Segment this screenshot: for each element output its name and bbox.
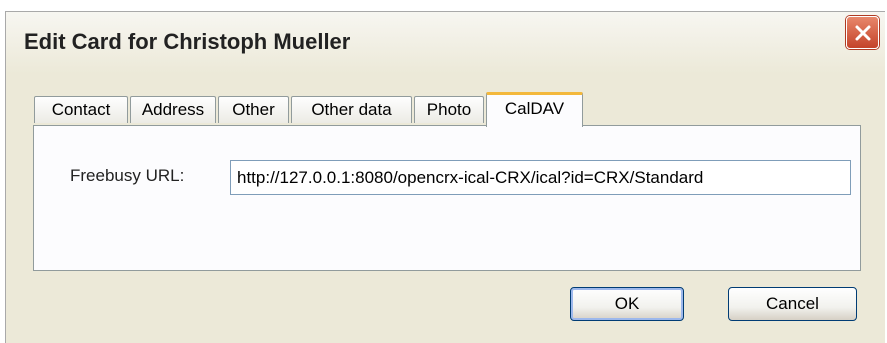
title-bar[interactable]: Edit Card for Christoph Mueller <box>6 12 885 74</box>
edit-card-dialog: Edit Card for Christoph Mueller Contact … <box>5 11 885 343</box>
tab-address[interactable]: Address <box>130 96 216 123</box>
ok-button[interactable]: OK <box>570 287 684 321</box>
freebusy-url-label: Freebusy URL: <box>70 166 185 185</box>
tab-photo[interactable]: Photo <box>414 96 484 123</box>
tab-other[interactable]: Other <box>218 96 289 123</box>
freebusy-url-input[interactable]: http://127.0.0.1:8080/opencrx-ical-CRX/i… <box>230 160 851 195</box>
tab-contact[interactable]: Contact <box>34 96 128 123</box>
cancel-button[interactable]: Cancel <box>728 287 857 321</box>
close-button[interactable] <box>846 16 879 49</box>
tab-other-data[interactable]: Other data <box>291 96 412 123</box>
close-x-icon <box>855 25 871 41</box>
tab-caldav[interactable]: CalDAV <box>486 92 583 127</box>
dialog-title: Edit Card for Christoph Mueller <box>24 29 351 54</box>
caldav-panel: Freebusy URL: http://127.0.0.1:8080/open… <box>33 125 861 271</box>
